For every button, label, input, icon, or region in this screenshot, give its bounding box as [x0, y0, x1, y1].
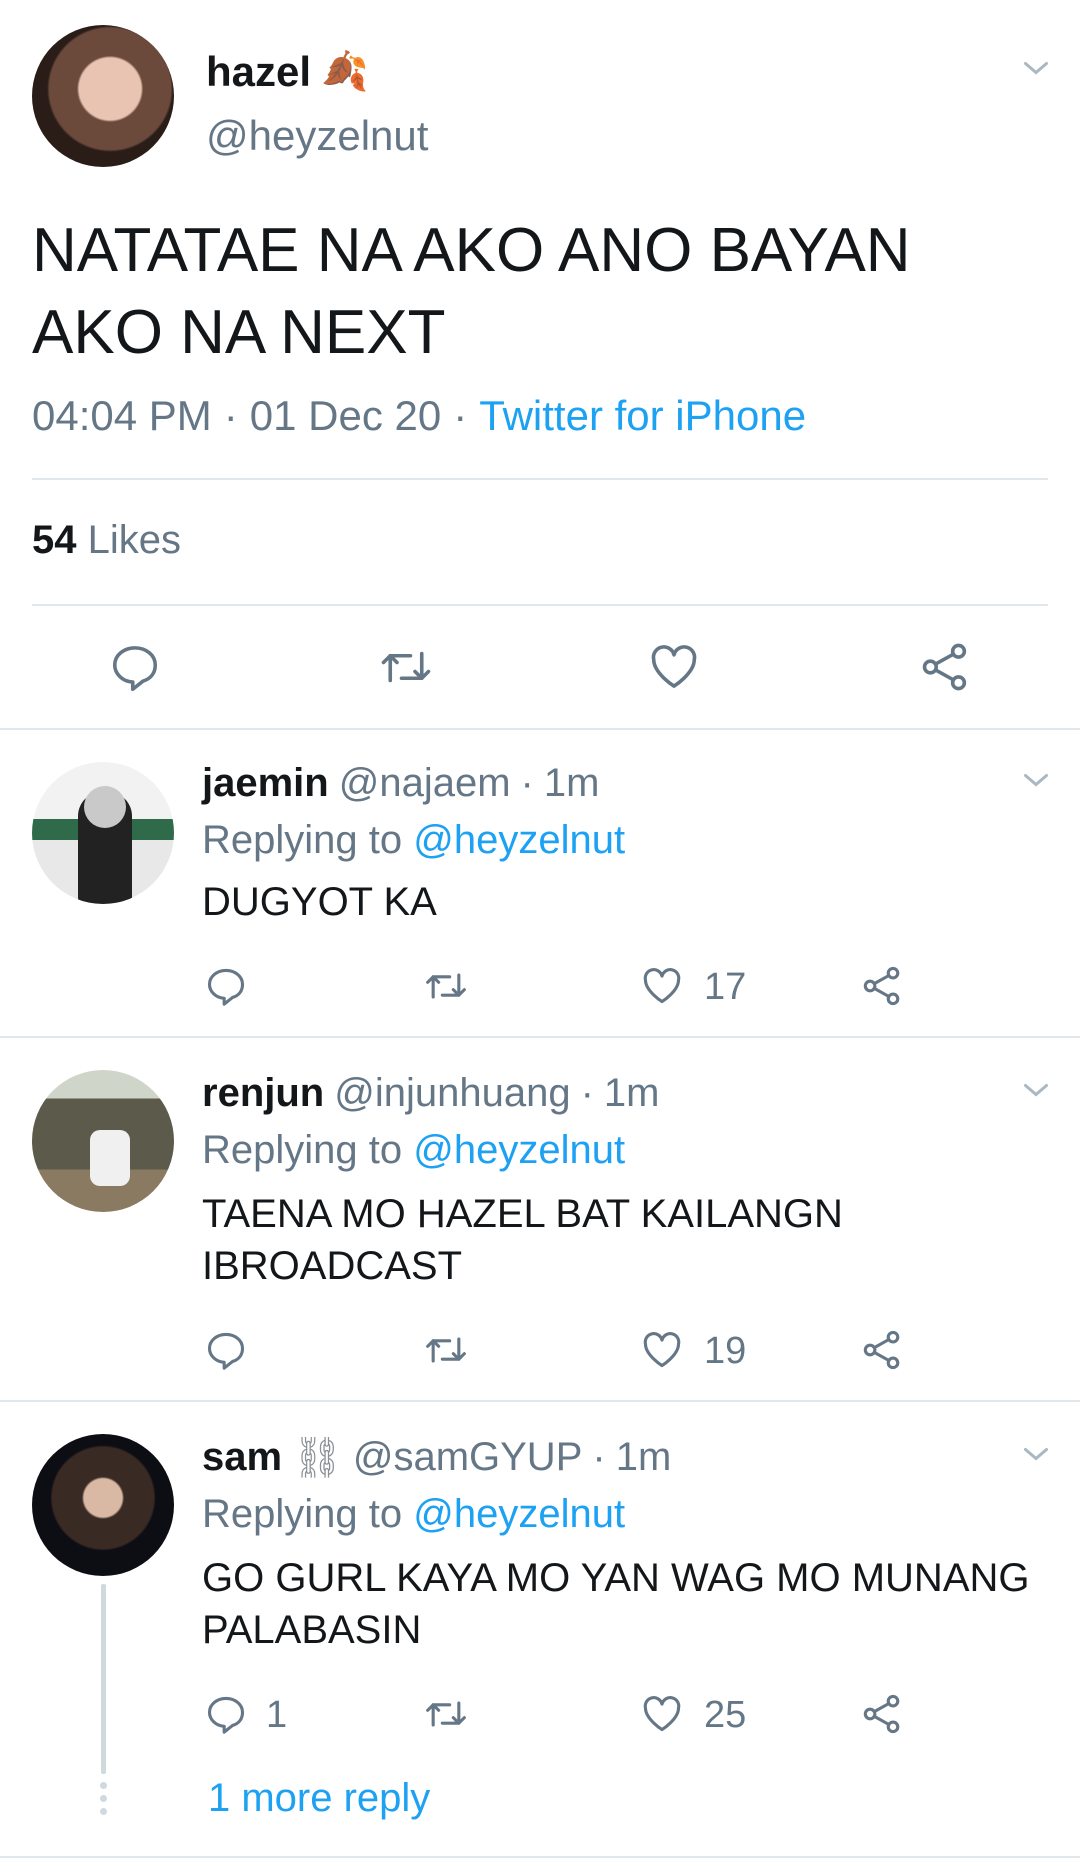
retweet-icon[interactable]: [376, 640, 436, 694]
divider: [32, 478, 1048, 480]
reply-handle[interactable]: @samGYUP: [353, 1435, 583, 1480]
reply-time: 1m: [543, 760, 600, 805]
meta-separator: ·: [520, 760, 534, 805]
reply-icon[interactable]: [204, 1328, 248, 1372]
reply-display-name[interactable]: renjun: [202, 1071, 324, 1116]
share-icon[interactable]: [860, 1692, 904, 1736]
tweet-date: 01 Dec 20: [249, 392, 442, 439]
like-icon[interactable]: [640, 1692, 684, 1736]
reply-text-line: PALABASIN: [202, 1608, 422, 1652]
thread-dots: [99, 1782, 108, 1815]
replying-to-handle[interactable]: @heyzelnut: [413, 1128, 625, 1172]
meta-separator: ·: [223, 392, 238, 439]
reply-text: TAENA MO HAZEL BAT KAILANGN IBROADCAST: [202, 1188, 843, 1292]
author-name-row[interactable]: hazel 🍂: [206, 44, 368, 100]
meta-separator: ·: [592, 1434, 606, 1479]
tweet-text-line: AKO NA NEXT: [32, 298, 446, 367]
chevron-down-icon[interactable]: [1018, 1072, 1054, 1108]
retweet-icon[interactable]: [422, 1692, 470, 1736]
likes-stat[interactable]: 54 Likes: [32, 518, 181, 563]
reply-count: 1: [266, 1694, 288, 1736]
leaf-emoji: 🍂: [321, 51, 369, 93]
author-display-name[interactable]: hazel: [206, 48, 311, 96]
reply-text: GO GURL KAYA MO YAN WAG MO MUNANG PALABA…: [202, 1552, 1030, 1656]
share-icon[interactable]: [860, 964, 904, 1008]
reply-text-line: GO GURL KAYA MO YAN WAG MO MUNANG: [202, 1556, 1030, 1600]
divider: [0, 1400, 1080, 1402]
reply-handle[interactable]: @injunhuang: [334, 1071, 570, 1116]
replying-to-label: Replying to: [202, 1128, 403, 1172]
author-handle[interactable]: @heyzelnut: [206, 112, 428, 160]
replying-to-handle[interactable]: @heyzelnut: [413, 818, 625, 862]
reply-avatar[interactable]: [32, 1070, 174, 1212]
chevron-down-icon[interactable]: [1018, 1436, 1054, 1472]
replying-to: Replying to @heyzelnut: [202, 818, 625, 863]
replying-to: Replying to @heyzelnut: [202, 1128, 625, 1173]
divider: [0, 1036, 1080, 1038]
reply-header: jaemin @najaem · 1m: [202, 758, 599, 808]
tweet-text-line: NATATAE NA AKO ANO BAYAN: [32, 216, 911, 285]
like-count: 25: [704, 1694, 747, 1736]
replying-to: Replying to @heyzelnut: [202, 1492, 625, 1537]
reply-icon[interactable]: [108, 640, 162, 694]
reply-icon[interactable]: [204, 1692, 248, 1736]
reply-text-line: IBROADCAST: [202, 1244, 463, 1288]
chain-emoji: ⛓: [292, 1435, 343, 1480]
author-avatar[interactable]: [32, 25, 174, 167]
reply-display-name[interactable]: jaemin: [202, 761, 329, 806]
like-count: 17: [704, 966, 747, 1008]
reply-text: DUGYOT KA: [202, 876, 437, 928]
replying-to-label: Replying to: [202, 1492, 403, 1536]
retweet-icon[interactable]: [422, 1328, 470, 1372]
like-count: 19: [704, 1330, 747, 1372]
reply-handle[interactable]: @najaem: [339, 761, 511, 806]
reply-time: 1m: [603, 1070, 660, 1115]
likes-label: Likes: [87, 518, 182, 562]
like-icon[interactable]: [640, 964, 684, 1008]
reply-text-line: TAENA MO HAZEL BAT KAILANGN: [202, 1192, 843, 1236]
tweet-meta: 04:04 PM · 01 Dec 20 · Twitter for iPhon…: [32, 392, 806, 440]
chevron-down-icon[interactable]: [1018, 762, 1054, 798]
divider: [0, 1856, 1080, 1858]
replying-to-label: Replying to: [202, 818, 403, 862]
meta-separator: ·: [580, 1070, 594, 1115]
retweet-icon[interactable]: [422, 964, 470, 1008]
thread-line: [101, 1584, 106, 1774]
tweet-time: 04:04 PM: [32, 392, 212, 439]
reply-icon[interactable]: [204, 964, 248, 1008]
replying-to-handle[interactable]: @heyzelnut: [413, 1492, 625, 1536]
share-icon[interactable]: [918, 640, 972, 694]
reply-header: sam ⛓ @samGYUP · 1m: [202, 1432, 671, 1482]
reply-avatar[interactable]: [32, 762, 174, 904]
share-icon[interactable]: [860, 1328, 904, 1372]
chevron-down-icon[interactable]: [1018, 50, 1054, 86]
tweet-text: NATATAE NA AKO ANO BAYAN AKO NA NEXT: [32, 210, 911, 374]
divider: [0, 728, 1080, 730]
reply-text-line: DUGYOT KA: [202, 880, 437, 924]
tweet-source-link[interactable]: Twitter for iPhone: [479, 392, 806, 440]
divider: [32, 604, 1048, 606]
meta-separator: ·: [453, 392, 468, 439]
reply-header: renjun @injunhuang · 1m: [202, 1068, 660, 1118]
like-icon[interactable]: [640, 1328, 684, 1372]
likes-count: 54: [32, 518, 77, 562]
reply-display-name[interactable]: sam: [202, 1435, 282, 1480]
more-replies-link[interactable]: 1 more reply: [208, 1776, 430, 1821]
like-icon[interactable]: [646, 640, 702, 694]
reply-avatar[interactable]: [32, 1434, 174, 1576]
reply-time: 1m: [615, 1434, 672, 1479]
